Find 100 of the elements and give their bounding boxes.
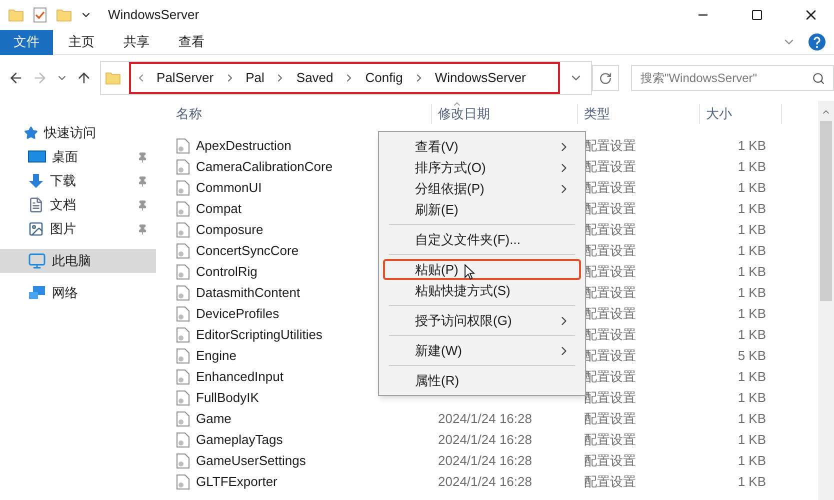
search-field[interactable]: 搜索"WindowsServer" bbox=[631, 65, 834, 91]
file-size: 1 KB bbox=[738, 474, 766, 489]
file-name: DatasmithContent bbox=[196, 284, 300, 302]
breadcrumb[interactable]: Saved bbox=[296, 68, 334, 88]
sidebar-item[interactable]: 此电脑 bbox=[0, 249, 156, 273]
sidebar-label: 下载 bbox=[50, 172, 76, 190]
settings-file-icon bbox=[176, 284, 190, 300]
file-size: 1 KB bbox=[738, 390, 766, 405]
settings-file-icon bbox=[176, 348, 190, 364]
menu-item[interactable]: 自定义文件夹(F)... bbox=[383, 229, 581, 250]
settings-file-icon bbox=[176, 432, 190, 448]
sidebar-label: 快速访问 bbox=[44, 124, 96, 142]
network-icon bbox=[28, 285, 46, 301]
menu-item[interactable]: 粘贴快捷方式(S) bbox=[383, 280, 581, 301]
file-size: 1 KB bbox=[738, 306, 766, 321]
breadcrumb[interactable]: Config bbox=[365, 68, 403, 88]
folder-icon bbox=[104, 70, 121, 86]
menu-item[interactable]: 分组依据(P) bbox=[383, 178, 581, 199]
menu-item[interactable]: 属性(R) bbox=[383, 370, 581, 391]
settings-file-icon bbox=[176, 200, 190, 216]
settings-file-icon bbox=[176, 180, 190, 196]
modified-date: 2024/1/24 16:28 bbox=[438, 410, 532, 426]
file-size: 1 KB bbox=[738, 410, 766, 426]
settings-file-icon bbox=[176, 306, 190, 322]
menu-item[interactable]: 查看(V) bbox=[383, 136, 581, 157]
refresh-icon[interactable] bbox=[599, 72, 612, 84]
sidebar-item[interactable]: 下载 bbox=[0, 169, 156, 193]
address-bar[interactable]: PalServer Pal Saved Config WindowsServer bbox=[100, 61, 592, 95]
settings-file-icon bbox=[176, 242, 190, 258]
file-name: Game bbox=[196, 410, 232, 428]
sidebar-label: 桌面 bbox=[52, 148, 78, 166]
ribbon-tab[interactable]: 查看 bbox=[165, 30, 218, 54]
modified-date: 2024/1/24 16:28 bbox=[438, 474, 532, 489]
file-type: 配置设置 bbox=[584, 474, 636, 489]
file-type: 配置设置 bbox=[584, 432, 636, 447]
settings-file-icon bbox=[176, 138, 190, 154]
file-name: DeviceProfiles bbox=[196, 304, 280, 323]
ribbon-tab[interactable]: 主页 bbox=[55, 30, 108, 54]
column-header[interactable]: 名称 bbox=[170, 104, 432, 124]
file-name: ApexDestruction bbox=[196, 136, 292, 155]
ribbon-tab[interactable]: 共享 bbox=[110, 30, 163, 54]
scrollbar[interactable] bbox=[818, 101, 834, 500]
breadcrumb[interactable]: WindowsServer bbox=[434, 68, 526, 88]
modified-date: 2024/1/24 16:28 bbox=[438, 432, 532, 447]
file-size: 1 KB bbox=[738, 200, 766, 216]
column-header[interactable]: 类型 bbox=[578, 104, 700, 124]
settings-file-icon bbox=[176, 452, 190, 468]
settings-file-icon bbox=[176, 222, 190, 238]
file-type: 配置设置 bbox=[584, 410, 636, 426]
computer-icon bbox=[28, 252, 46, 270]
properties-check-icon[interactable] bbox=[32, 7, 48, 23]
file-size: 1 KB bbox=[738, 264, 766, 279]
sidebar-label: 网络 bbox=[52, 284, 78, 302]
sidebar-label: 此电脑 bbox=[52, 252, 91, 270]
picture-icon bbox=[28, 221, 44, 237]
file-name: Composure bbox=[196, 220, 264, 239]
scroll-thumb[interactable] bbox=[820, 121, 832, 301]
modified-date: 2024/1/24 16:28 bbox=[438, 452, 532, 468]
file-name: GameUserSettings bbox=[196, 452, 306, 470]
menu-item[interactable]: 授予访问权限(G) bbox=[383, 310, 581, 331]
download-arrow-icon bbox=[28, 173, 44, 189]
sidebar-item[interactable]: 桌面 bbox=[0, 145, 156, 169]
settings-file-icon bbox=[176, 474, 190, 490]
file-name: EnhancedInput bbox=[196, 368, 284, 386]
search-icon[interactable] bbox=[812, 72, 825, 84]
ribbon-tab[interactable]: 文件 bbox=[0, 30, 53, 54]
breadcrumb[interactable]: Pal bbox=[246, 68, 264, 88]
sidebar-item[interactable]: 图片 bbox=[0, 217, 156, 241]
file-type: 配置设置 bbox=[584, 390, 636, 405]
file-size: 1 KB bbox=[738, 222, 766, 237]
sidebar-item[interactable]: 快速访问 bbox=[0, 121, 156, 145]
menu-item[interactable]: 排序方式(O) bbox=[383, 157, 581, 178]
file-size: 5 KB bbox=[738, 348, 766, 363]
file-size: 1 KB bbox=[738, 326, 766, 342]
window-title: WindowsServer bbox=[108, 6, 200, 24]
refresh-button[interactable] bbox=[592, 65, 620, 91]
search-input[interactable]: 搜索"WindowsServer" bbox=[640, 69, 812, 87]
column-header[interactable]: 修改日期 bbox=[432, 104, 578, 124]
file-size: 1 KB bbox=[738, 368, 766, 384]
column-header[interactable]: 大小 bbox=[700, 104, 782, 124]
file-name: Engine bbox=[196, 346, 236, 365]
back-icon[interactable] bbox=[8, 70, 24, 86]
sidebar-item[interactable]: 网络 bbox=[0, 281, 156, 305]
sidebar-item[interactable]: 文档 bbox=[0, 193, 156, 217]
up-icon[interactable] bbox=[76, 70, 92, 86]
breadcrumb[interactable]: PalServer bbox=[156, 68, 214, 88]
file-name: CameraCalibrationCore bbox=[196, 158, 333, 176]
settings-file-icon bbox=[176, 158, 190, 174]
file-size: 1 KB bbox=[738, 180, 766, 195]
settings-file-icon bbox=[176, 390, 190, 406]
sidebar-label: 图片 bbox=[50, 220, 76, 238]
file-size: 1 KB bbox=[738, 452, 766, 468]
menu-item[interactable]: 新建(W) bbox=[383, 340, 581, 361]
maximize-icon[interactable] bbox=[751, 9, 763, 21]
help-icon[interactable] bbox=[808, 33, 826, 51]
new-folder-icon bbox=[56, 7, 72, 23]
menu-item[interactable]: 粘贴(P) bbox=[383, 259, 581, 280]
menu-item[interactable]: 刷新(E) bbox=[383, 199, 581, 220]
file-name: ControlRig bbox=[196, 262, 258, 281]
folder-icon bbox=[8, 7, 24, 23]
